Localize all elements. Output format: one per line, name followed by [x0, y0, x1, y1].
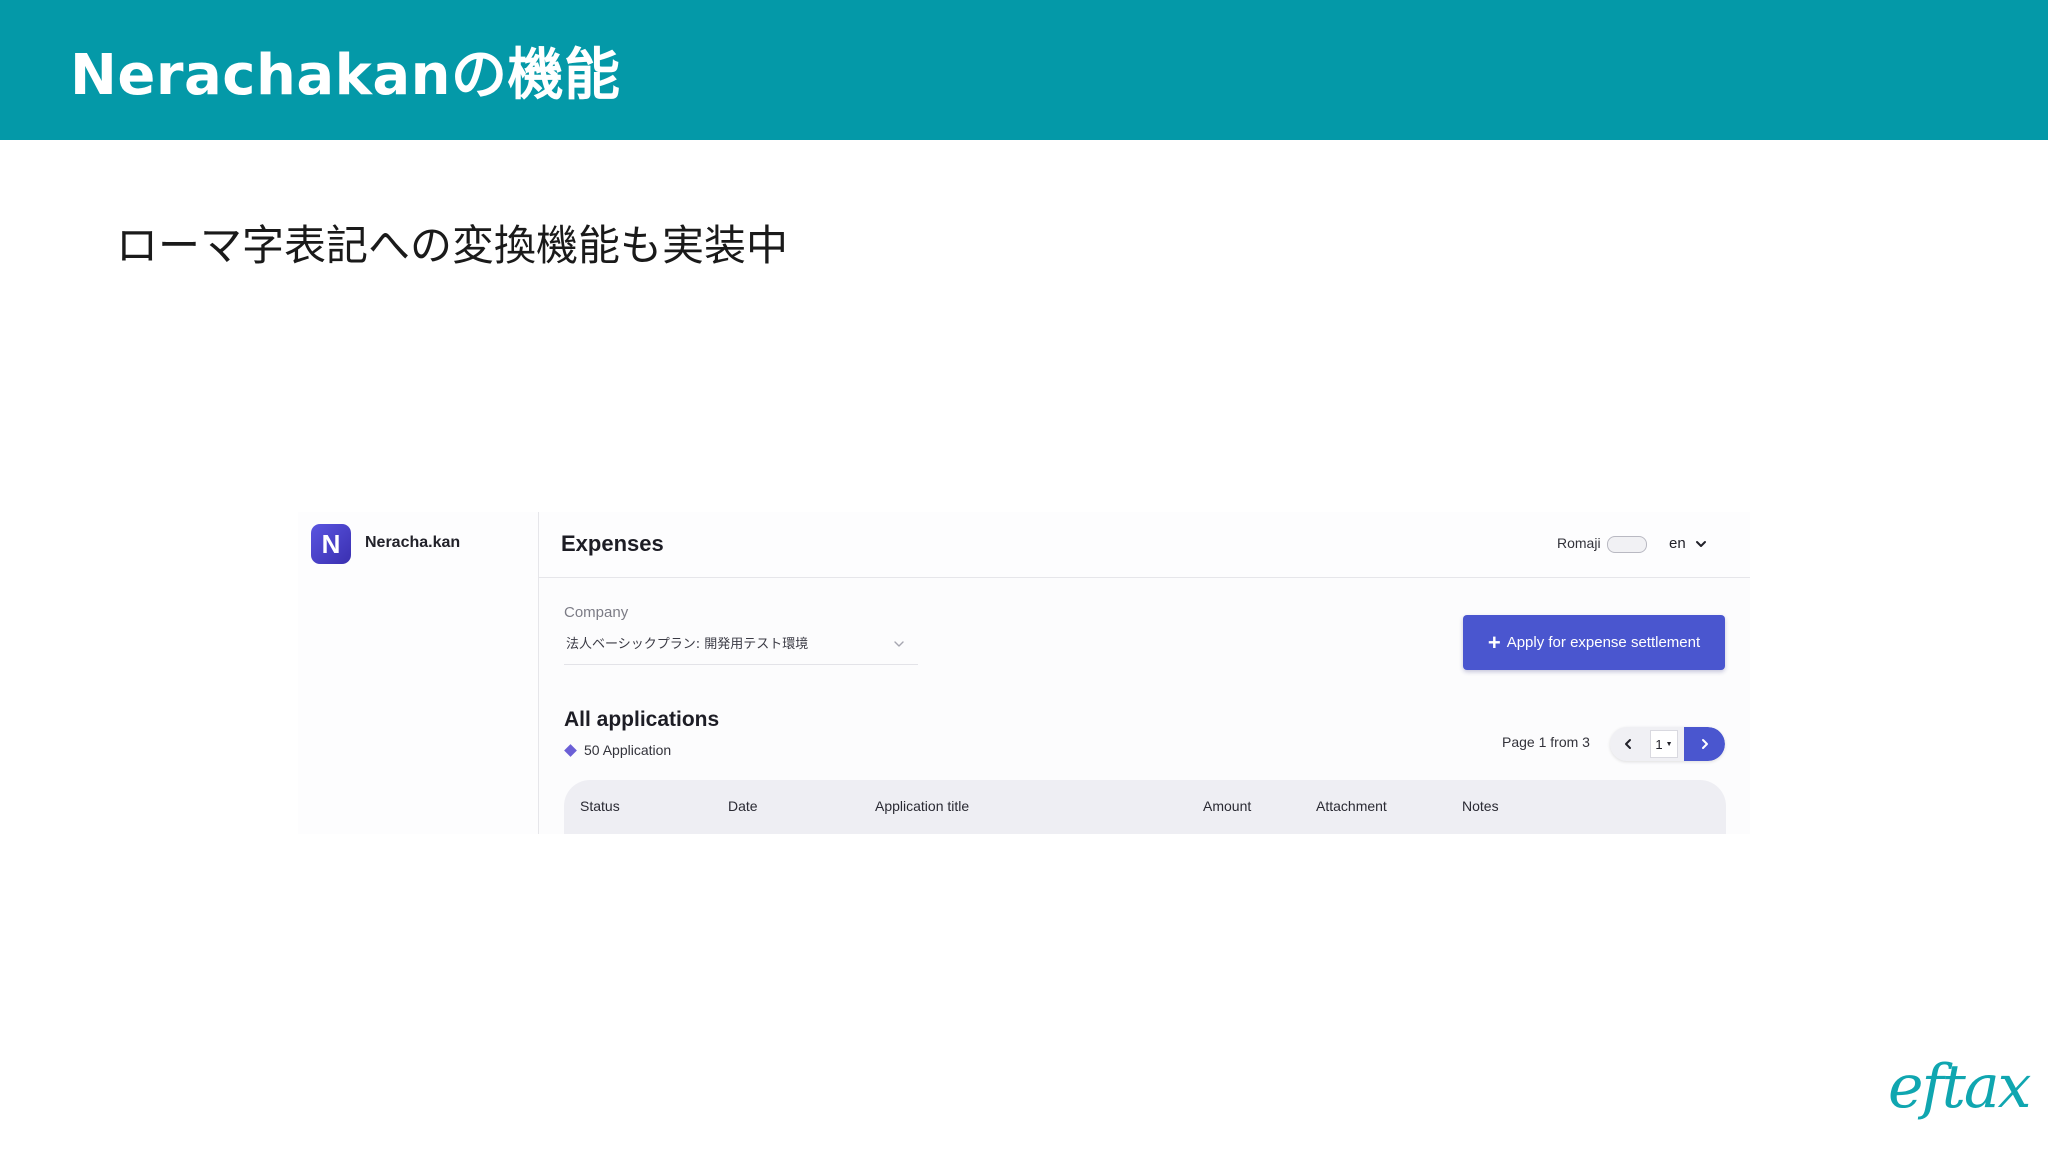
- chevron-right-icon: [1701, 739, 1708, 749]
- brand-logo: eftax: [1888, 1052, 2031, 1122]
- column-header-title[interactable]: Application title: [875, 798, 969, 814]
- next-page-button[interactable]: [1684, 727, 1725, 761]
- romaji-toggle[interactable]: [1607, 536, 1647, 553]
- count-text: 50 Application: [584, 742, 672, 758]
- diamond-icon: [564, 743, 577, 757]
- table-header: Status Date Application title Amount Att…: [564, 780, 1726, 834]
- section-title: All applications: [564, 708, 720, 731]
- page-number: 1: [1655, 736, 1663, 752]
- apply-button-label: Apply for expense settlement: [1506, 634, 1701, 651]
- app-screenshot: N Neracha.kan Expenses Romaji en Company…: [298, 512, 1750, 834]
- chevron-down-icon[interactable]: [1694, 537, 1708, 551]
- app-name: Neracha.kan: [365, 534, 461, 551]
- column-header-notes[interactable]: Notes: [1462, 798, 1499, 814]
- app-sidebar: N Neracha.kan: [298, 512, 539, 834]
- page-number-select[interactable]: 1 ▼: [1650, 730, 1678, 758]
- column-header-attachment[interactable]: Attachment: [1316, 798, 1387, 814]
- chevron-down-icon: [894, 641, 904, 647]
- plus-icon: +: [1487, 629, 1501, 655]
- company-value: 法人ベーシックプラン: 開発用テスト環境: [566, 637, 809, 652]
- company-select[interactable]: 法人ベーシックプラン: 開発用テスト環境: [564, 630, 918, 665]
- slide-title: Nerachakanの機能: [70, 43, 621, 108]
- apply-expense-button[interactable]: + Apply for expense settlement: [1463, 615, 1725, 670]
- pagination: 1 ▼: [1610, 727, 1725, 761]
- language-select[interactable]: en: [1669, 535, 1686, 552]
- column-header-amount[interactable]: Amount: [1203, 798, 1251, 814]
- page-info: Page 1 from 3: [1502, 734, 1590, 750]
- app-logo-icon[interactable]: N: [311, 524, 351, 564]
- page-title: Expenses: [561, 531, 664, 556]
- app-topbar: Expenses Romaji en: [539, 512, 1750, 578]
- company-label: Company: [564, 604, 629, 621]
- chevron-left-icon: [1625, 739, 1631, 749]
- column-header-status[interactable]: Status: [580, 798, 620, 814]
- slide-subtitle: ローマ字表記への変換機能も実装中: [116, 221, 789, 270]
- romaji-label: Romaji: [1557, 535, 1601, 551]
- prev-page-button[interactable]: [1610, 727, 1646, 761]
- caret-down-icon: ▼: [1665, 740, 1673, 748]
- column-header-date[interactable]: Date: [728, 798, 758, 814]
- application-count: 50 Application: [564, 742, 671, 758]
